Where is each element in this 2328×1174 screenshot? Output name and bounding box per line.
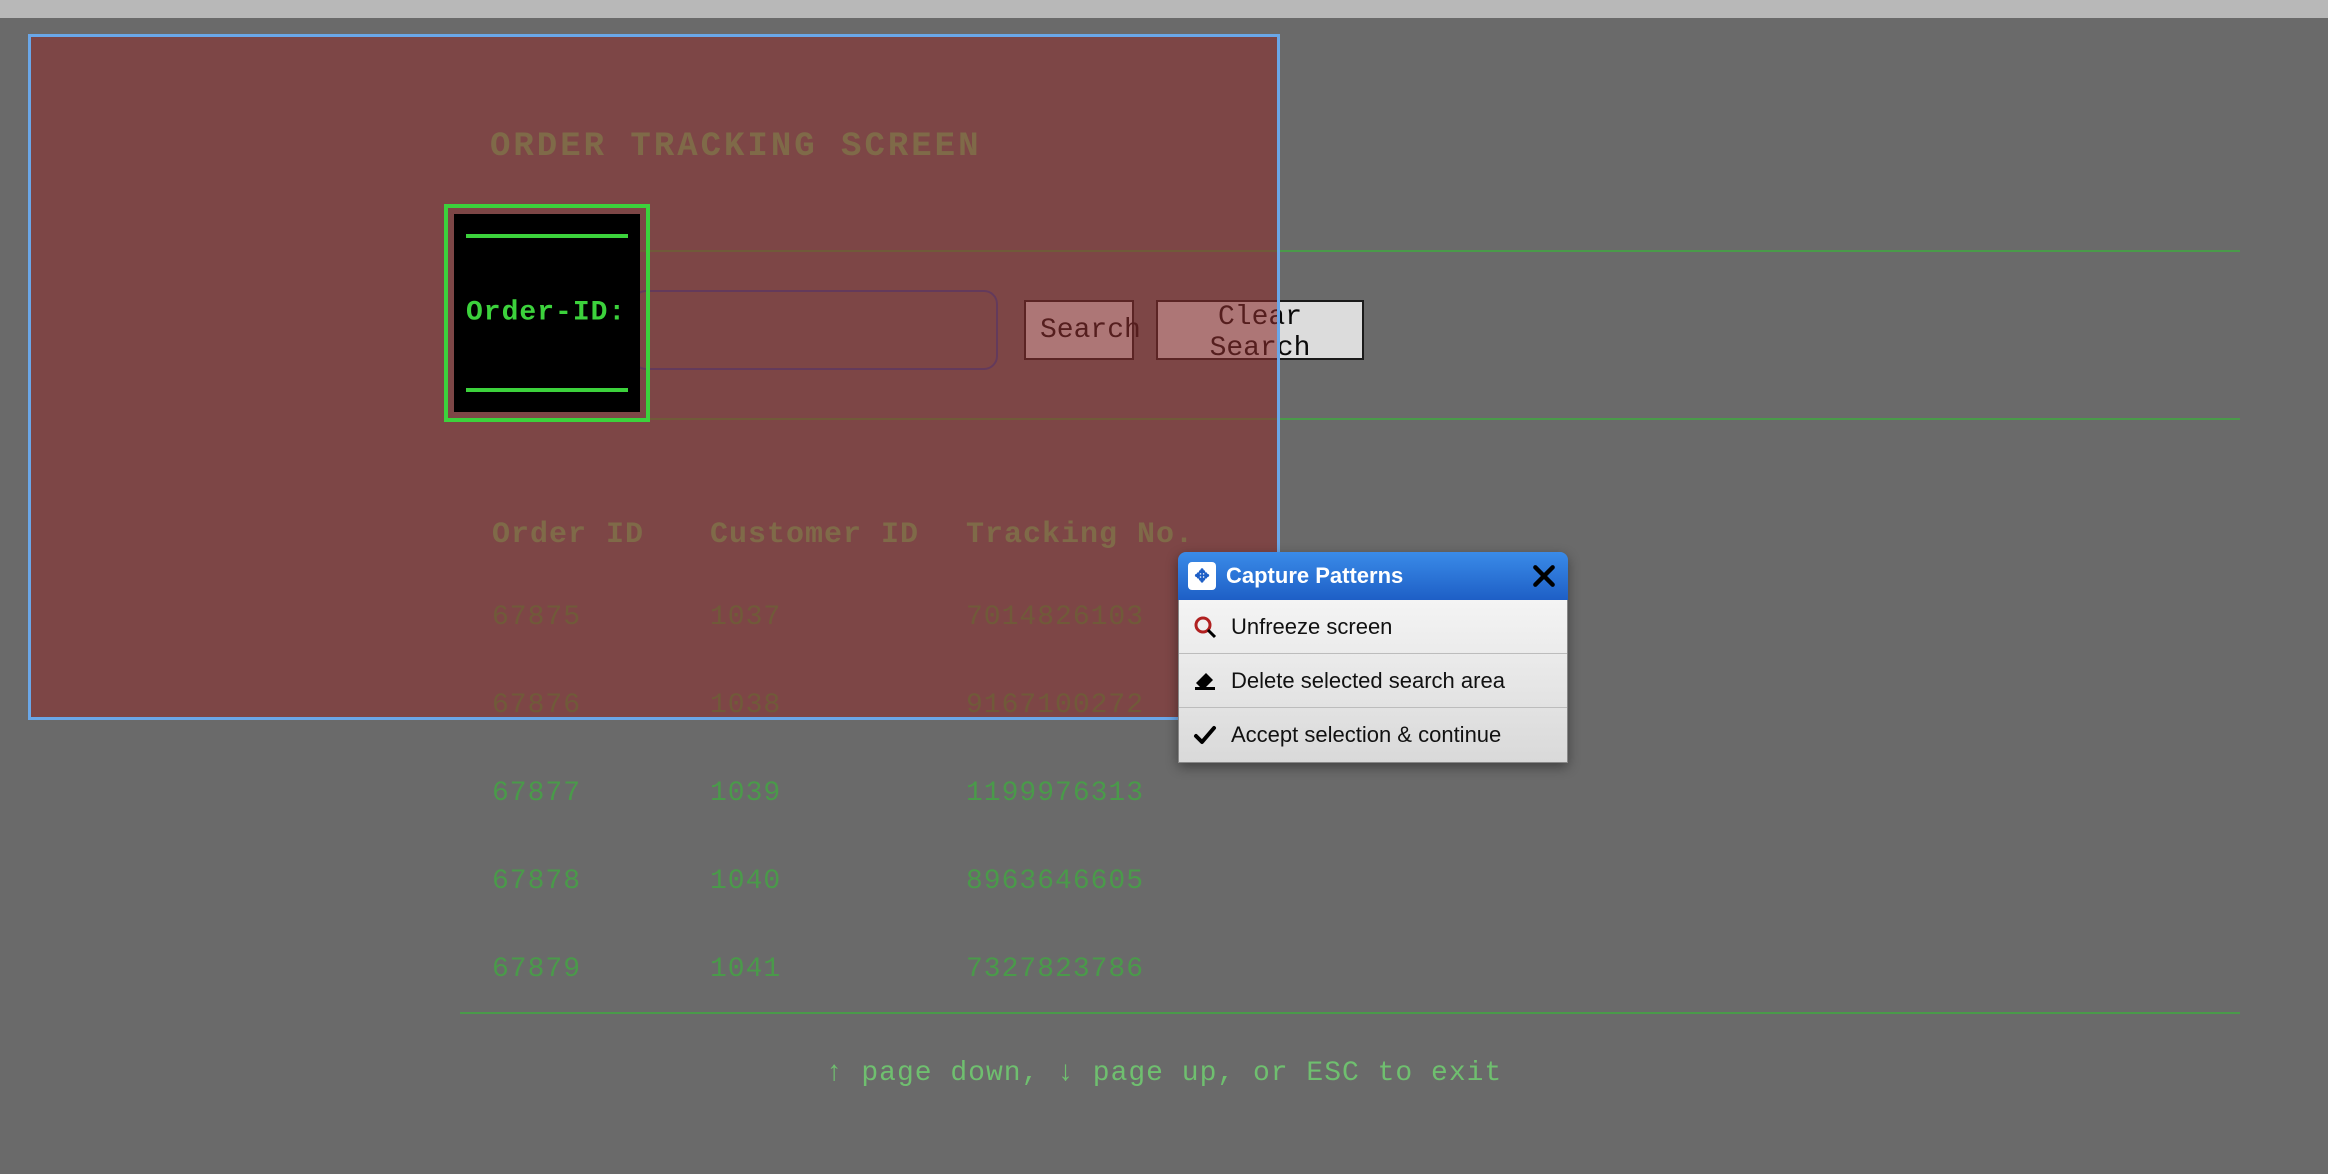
app-icon: ✥ xyxy=(1188,562,1216,590)
menu-item-label: Accept selection & continue xyxy=(1231,722,1501,748)
cell-customer-id: 1040 xyxy=(710,866,781,897)
divider xyxy=(460,1012,2240,1014)
terminal-screen: ORDER TRACKING SCREEN Search Clear Searc… xyxy=(0,18,2328,1174)
col-header-order-id: Order ID xyxy=(492,518,644,552)
cell-order-id: 67877 xyxy=(492,778,581,809)
footer-hint: ↑ page down, ↓ page up, or ESC to exit xyxy=(0,1058,2328,1089)
window-topbar xyxy=(0,0,2328,18)
col-header-customer-id: Customer ID xyxy=(710,518,919,552)
menu-titlebar[interactable]: ✥ Capture Patterns xyxy=(1178,552,1568,600)
capture-patterns-menu: ✥ Capture Patterns Unfreeze screen Delet… xyxy=(1178,552,1568,763)
magnifier-icon xyxy=(1191,613,1219,641)
page-title: ORDER TRACKING SCREEN xyxy=(490,128,981,166)
search-button[interactable]: Search xyxy=(1024,300,1134,360)
cell-customer-id: 1039 xyxy=(710,778,781,809)
cell-order-id: 67878 xyxy=(492,866,581,897)
cell-tracking-no: 7014826103 xyxy=(966,602,1144,633)
close-icon[interactable] xyxy=(1528,560,1560,592)
cell-order-id: 67875 xyxy=(492,602,581,633)
order-id-input[interactable] xyxy=(632,290,998,370)
cell-customer-id: 1037 xyxy=(710,602,781,633)
divider xyxy=(460,418,2240,420)
cell-order-id: 67876 xyxy=(492,690,581,721)
eraser-icon xyxy=(1191,667,1219,695)
menu-item-label: Unfreeze screen xyxy=(1231,614,1392,640)
clear-search-button[interactable]: Clear Search xyxy=(1156,300,1364,360)
check-icon xyxy=(1191,721,1219,749)
menu-item-accept[interactable]: Accept selection & continue xyxy=(1179,708,1567,762)
menu-body: Unfreeze screen Delete selected search a… xyxy=(1178,600,1568,763)
cell-customer-id: 1038 xyxy=(710,690,781,721)
menu-item-delete-area[interactable]: Delete selected search area xyxy=(1179,654,1567,708)
divider xyxy=(460,250,2240,252)
menu-item-unfreeze[interactable]: Unfreeze screen xyxy=(1179,600,1567,654)
cell-tracking-no: 1199976313 xyxy=(966,778,1144,809)
cell-customer-id: 1041 xyxy=(710,954,781,985)
col-header-tracking-no: Tracking No. xyxy=(966,518,1194,552)
cell-tracking-no: 7327823786 xyxy=(966,954,1144,985)
menu-title-label: Capture Patterns xyxy=(1226,563,1403,589)
cell-tracking-no: 8963646605 xyxy=(966,866,1144,897)
cell-tracking-no: 9167100272 xyxy=(966,690,1144,721)
cell-order-id: 67879 xyxy=(492,954,581,985)
menu-item-label: Delete selected search area xyxy=(1231,668,1505,694)
